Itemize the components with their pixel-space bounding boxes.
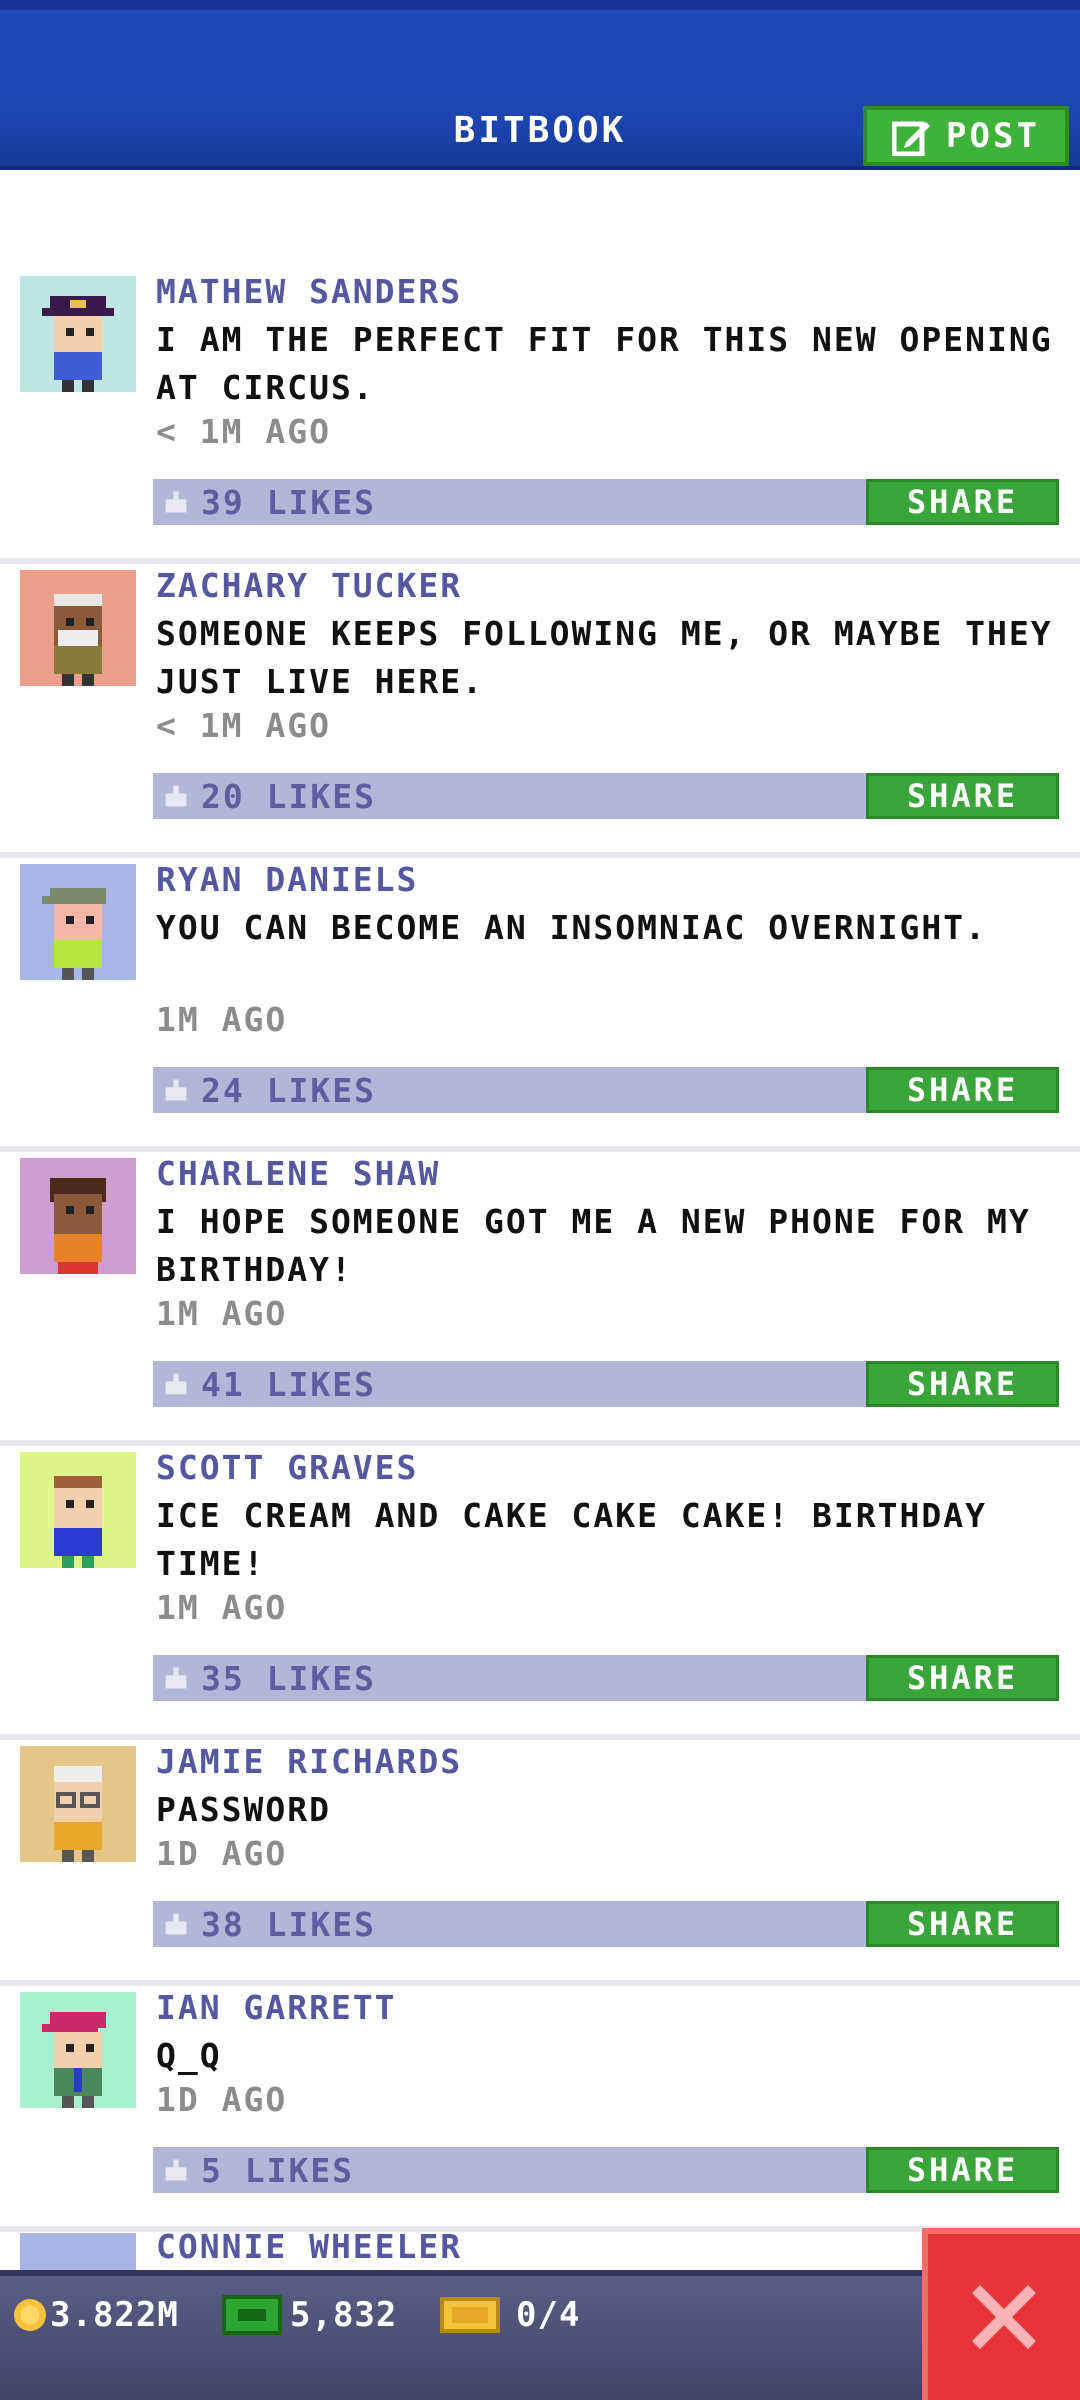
- post-text: YOU CAN BECOME AN INSOMNIAC OVERNIGHT.: [156, 908, 987, 947]
- likes-bar: 35 LIKES: [153, 1655, 866, 1701]
- post-time: 1M AGO: [156, 1294, 288, 1333]
- post-text: PASSWORD: [156, 1790, 331, 1829]
- character-avatar-icon: [50, 1178, 106, 1274]
- share-button[interactable]: SHARE: [866, 479, 1059, 525]
- post-time: < 1M AGO: [156, 412, 331, 451]
- share-button[interactable]: SHARE: [866, 1361, 1059, 1407]
- currency-bar: 3.822M 5,832 0/4: [0, 2270, 1080, 2400]
- likes-bar: 20 LIKES: [153, 773, 866, 819]
- post-time: 1D AGO: [156, 2080, 288, 2119]
- share-button[interactable]: SHARE: [866, 2147, 1059, 2193]
- feed-post: SCOTT GRAVES ICE CREAM AND CAKE CAKE CAK…: [0, 1446, 1080, 1740]
- avatar[interactable]: [20, 2233, 136, 2273]
- post-author[interactable]: IAN GARRETT: [156, 1988, 397, 2027]
- bux-icon: [222, 2295, 282, 2335]
- avatar[interactable]: [20, 864, 136, 980]
- feed-post: ZACHARY TUCKER SOMEONE KEEPS FOLLOWING M…: [0, 564, 1080, 858]
- thumbs-up-icon: [165, 1373, 187, 1395]
- vip-value: 0/4: [516, 2295, 581, 2335]
- feed-post: MATHEW SANDERS I AM THE PERFECT FIT FOR …: [0, 270, 1080, 564]
- feed-post: IAN GARRETT Q_Q 1D AGO 5 LIKES SHARE: [0, 1986, 1080, 2232]
- vip-stat: 0/4: [440, 2270, 580, 2360]
- thumbs-up-icon: [165, 1913, 187, 1935]
- character-avatar-icon: [42, 2012, 106, 2108]
- post-author[interactable]: RYAN DANIELS: [156, 860, 418, 899]
- feed-list[interactable]: MATHEW SANDERS I AM THE PERFECT FIT FOR …: [0, 270, 1080, 2232]
- likes-bar: 39 LIKES: [153, 479, 866, 525]
- post-text: Q_Q: [156, 2036, 222, 2075]
- thumbs-up-icon: [165, 491, 187, 513]
- likes-count: 5 LIKES: [201, 2150, 355, 2190]
- share-button[interactable]: SHARE: [866, 1655, 1059, 1701]
- share-button[interactable]: SHARE: [866, 773, 1059, 819]
- share-button[interactable]: SHARE: [866, 1067, 1059, 1113]
- post-author[interactable]: SCOTT GRAVES: [156, 1448, 418, 1487]
- thumbs-up-icon: [165, 1079, 187, 1101]
- close-button[interactable]: [922, 2228, 1080, 2400]
- likes-count: 20 LIKES: [201, 776, 376, 816]
- coins-value: 3.822M: [50, 2295, 179, 2335]
- share-button[interactable]: SHARE: [866, 1901, 1059, 1947]
- likes-bar: 24 LIKES: [153, 1067, 866, 1113]
- character-avatar-icon: [42, 296, 114, 392]
- compose-icon: [892, 121, 931, 156]
- post-time: 1M AGO: [156, 1588, 288, 1627]
- post-author[interactable]: JAMIE RICHARDS: [156, 1742, 462, 1781]
- post-button[interactable]: POST: [863, 106, 1069, 166]
- post-author[interactable]: CHARLENE SHAW: [156, 1154, 440, 1193]
- character-avatar-icon: [54, 594, 102, 686]
- post-time: 1D AGO: [156, 1834, 288, 1873]
- likes-count: 38 LIKES: [201, 1904, 376, 1944]
- avatar[interactable]: [20, 276, 136, 392]
- feed-post-partial: CONNIE WHEELER: [0, 2215, 1080, 2273]
- bux-stat: 5,832: [222, 2270, 397, 2360]
- coin-icon: [14, 2299, 46, 2331]
- character-avatar-icon: [54, 1476, 102, 1568]
- post-time: < 1M AGO: [156, 706, 331, 745]
- post-author[interactable]: ZACHARY TUCKER: [156, 566, 462, 605]
- likes-count: 35 LIKES: [201, 1658, 376, 1698]
- avatar[interactable]: [20, 1746, 136, 1862]
- feed-post: RYAN DANIELS YOU CAN BECOME AN INSOMNIAC…: [0, 858, 1080, 1152]
- close-icon: [972, 2285, 1036, 2349]
- avatar[interactable]: [20, 1158, 136, 1274]
- likes-count: 39 LIKES: [201, 482, 376, 522]
- vip-ticket-icon: [440, 2297, 500, 2333]
- post-author[interactable]: CONNIE WHEELER: [156, 2227, 462, 2266]
- likes-bar: 41 LIKES: [153, 1361, 866, 1407]
- post-text: I AM THE PERFECT FIT FOR THIS NEW OPENIN…: [156, 320, 1053, 407]
- post-text: SOMEONE KEEPS FOLLOWING ME, OR MAYBE THE…: [156, 614, 1053, 701]
- character-avatar-icon: [54, 1766, 102, 1862]
- character-avatar-icon: [42, 888, 106, 980]
- thumbs-up-icon: [165, 2159, 187, 2181]
- likes-bar: 38 LIKES: [153, 1901, 866, 1947]
- avatar[interactable]: [20, 1992, 136, 2108]
- coins-stat: 3.822M: [14, 2270, 179, 2360]
- thumbs-up-icon: [165, 1667, 187, 1689]
- post-time: 1M AGO: [156, 1000, 288, 1039]
- avatar[interactable]: [20, 570, 136, 686]
- likes-bar: 5 LIKES: [153, 2147, 866, 2193]
- bux-value: 5,832: [290, 2295, 398, 2335]
- avatar[interactable]: [20, 1452, 136, 1568]
- feed-post: JAMIE RICHARDS PASSWORD 1D AGO 38 LIKES …: [0, 1740, 1080, 1986]
- thumbs-up-icon: [165, 785, 187, 807]
- post-text: ICE CREAM AND CAKE CAKE CAKE! BIRTHDAY T…: [156, 1496, 987, 1583]
- post-text: I HOPE SOMEONE GOT ME A NEW PHONE FOR MY…: [156, 1202, 1031, 1289]
- app-header: BITBOOK POST: [0, 0, 1080, 170]
- post-button-label: POST: [946, 116, 1040, 156]
- post-author[interactable]: MATHEW SANDERS: [156, 272, 462, 311]
- likes-count: 24 LIKES: [201, 1070, 376, 1110]
- feed-post: CHARLENE SHAW I HOPE SOMEONE GOT ME A NE…: [0, 1152, 1080, 1446]
- likes-count: 41 LIKES: [201, 1364, 376, 1404]
